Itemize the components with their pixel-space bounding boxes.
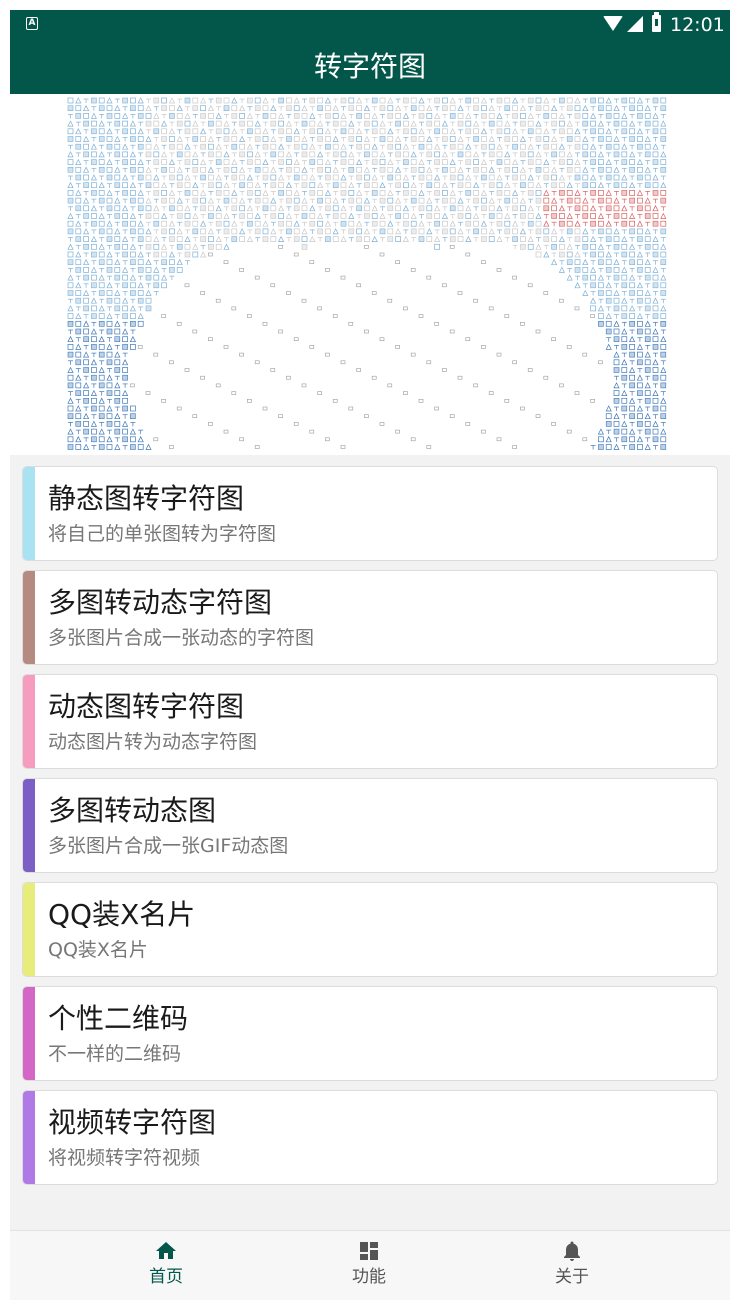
wifi-icon bbox=[603, 16, 623, 31]
card-title: QQ装X名片 bbox=[48, 898, 196, 931]
card-accent bbox=[23, 675, 35, 768]
feature-card-qq-card[interactable]: QQ装X名片 QQ装X名片 bbox=[22, 882, 718, 977]
card-title: 个性二维码 bbox=[48, 1002, 189, 1035]
feature-card-custom-qrcode[interactable]: 个性二维码 不一样的二维码 bbox=[22, 986, 718, 1081]
cell-signal-icon bbox=[627, 16, 643, 32]
card-title: 多图转动态字符图 bbox=[48, 586, 273, 619]
app-screen: A 12:01 转字符图 静态图转字符图 将自己的单张图转为字符图 多图转动态字… bbox=[10, 10, 730, 1300]
ascii-art-preview-image bbox=[67, 97, 667, 450]
app-title: 转字符图 bbox=[313, 50, 426, 83]
nav-item-about[interactable]: 关于 bbox=[452, 1231, 692, 1300]
card-subtitle: 多张图片合成一张动态的字符图 bbox=[48, 627, 315, 649]
card-subtitle: 多张图片合成一张GIF动态图 bbox=[48, 835, 289, 857]
card-subtitle: 将视频转字符视频 bbox=[48, 1147, 201, 1169]
banner-image bbox=[10, 94, 730, 455]
nav-label: 关于 bbox=[555, 1267, 589, 1287]
card-accent bbox=[23, 571, 35, 664]
card-title: 静态图转字符图 bbox=[48, 482, 245, 515]
feature-card-static-image[interactable]: 静态图转字符图 将自己的单张图转为字符图 bbox=[22, 466, 718, 561]
card-title: 多图转动态图 bbox=[48, 794, 217, 827]
card-accent bbox=[23, 1091, 35, 1184]
status-bar: A 12:01 bbox=[10, 10, 730, 40]
card-accent bbox=[23, 883, 35, 976]
feature-card-animated-image[interactable]: 动态图转字符图 动态图片转为动态字符图 bbox=[22, 674, 718, 769]
card-title: 视频转字符图 bbox=[48, 1106, 217, 1139]
card-accent bbox=[23, 779, 35, 872]
home-icon bbox=[156, 1242, 176, 1259]
card-subtitle: 不一样的二维码 bbox=[48, 1043, 182, 1065]
notification-icon: A bbox=[26, 17, 38, 30]
feature-card-multi-to-animated-ascii[interactable]: 多图转动态字符图 多张图片合成一张动态的字符图 bbox=[22, 570, 718, 665]
feature-card-video[interactable]: 视频转字符图 将视频转字符视频 bbox=[22, 1090, 718, 1185]
app-bar: 转字符图 bbox=[10, 40, 730, 94]
card-accent bbox=[23, 987, 35, 1080]
card-subtitle: 动态图片转为动态字符图 bbox=[48, 731, 258, 753]
card-title: 动态图转字符图 bbox=[48, 690, 245, 723]
card-subtitle: QQ装X名片 bbox=[48, 939, 148, 961]
battery-icon bbox=[652, 12, 661, 32]
card-accent bbox=[23, 467, 35, 560]
status-time: 12:01 bbox=[670, 14, 725, 36]
feature-card-multi-to-gif[interactable]: 多图转动态图 多张图片合成一张GIF动态图 bbox=[22, 778, 718, 873]
bell-icon bbox=[564, 1241, 580, 1261]
bottom-navigation: 首页 功能 关于 bbox=[10, 1230, 730, 1300]
card-subtitle: 将自己的单张图转为字符图 bbox=[48, 523, 277, 545]
dashboard-icon bbox=[360, 1242, 378, 1260]
